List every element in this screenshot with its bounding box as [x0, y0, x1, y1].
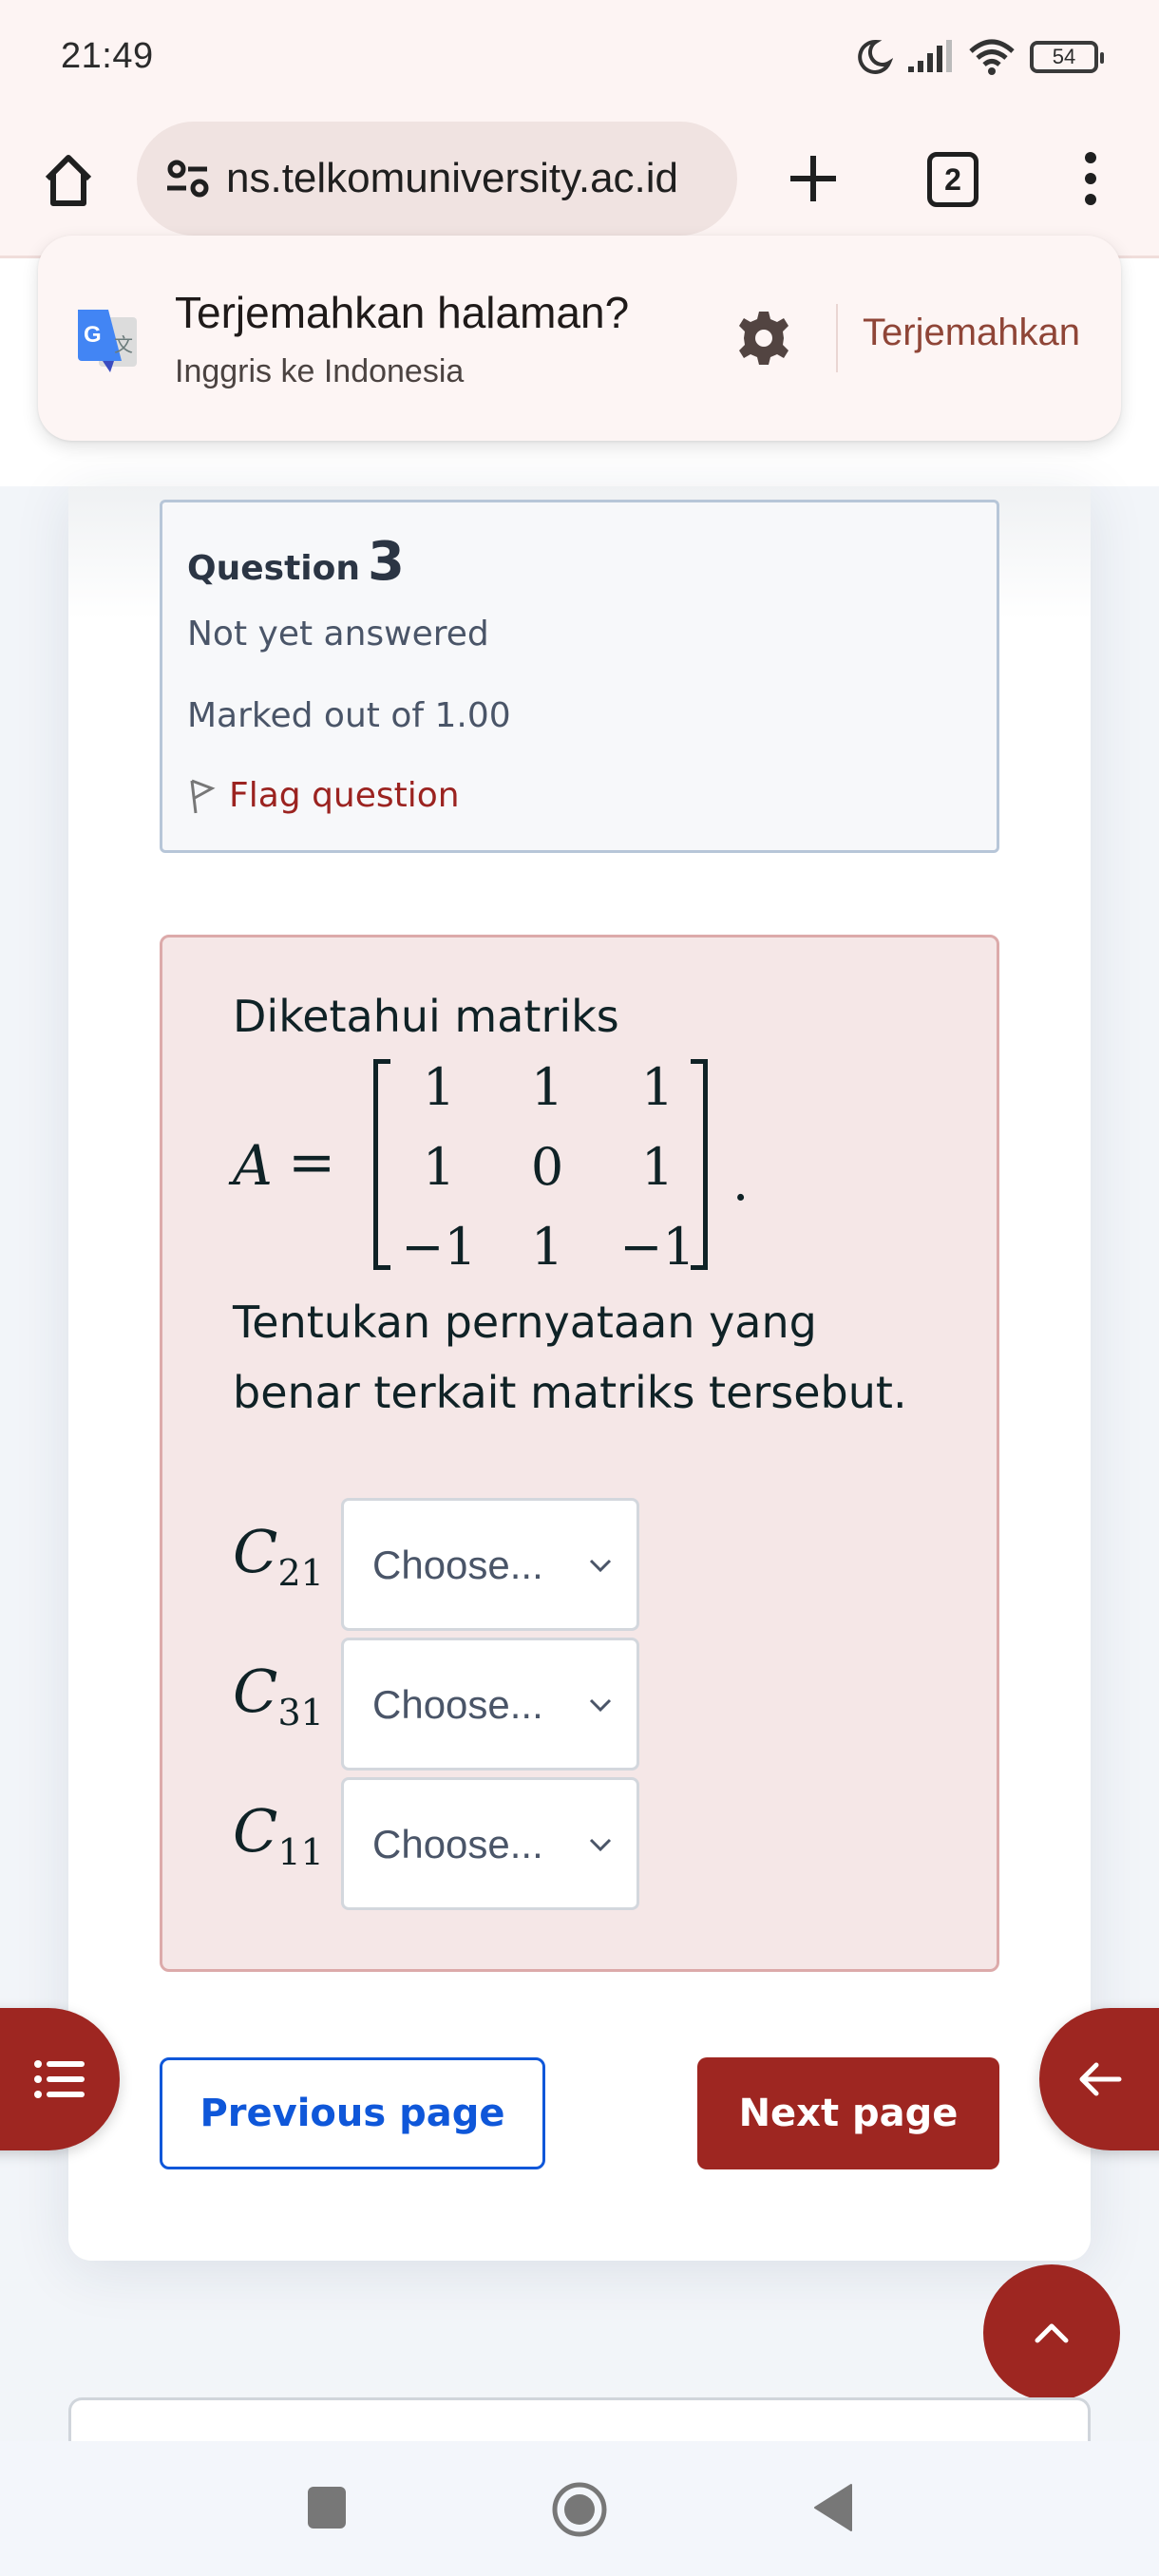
flag-icon [190, 779, 216, 813]
home-nav-icon[interactable] [549, 2479, 610, 2540]
svg-text:文: 文 [114, 333, 133, 356]
google-translate-icon: G 文 [78, 310, 137, 372]
matrix-cell: 1 [530, 1057, 564, 1117]
chevron-down-icon [589, 1838, 612, 1852]
question-heading: Question 3 [187, 531, 405, 593]
moon-icon [858, 39, 893, 74]
translate-button[interactable]: Terjemahkan [863, 312, 1080, 354]
battery-level: 54 [1052, 45, 1076, 68]
cofactor-symbol: C [233, 1657, 278, 1726]
browser-toolbar: ns.telkomuniversity.ac.id 2 [0, 122, 1159, 236]
battery-indicator: 54 [1030, 41, 1104, 73]
list-icon [34, 2060, 85, 2098]
question-instruction-line2: benar terkait matriks tersebut. [233, 1367, 907, 1418]
chevron-down-icon [589, 1698, 612, 1713]
svg-text:G: G [84, 322, 102, 348]
system-nav-bar [0, 2441, 1159, 2576]
choice-label: C21 [233, 1517, 324, 1594]
translate-popup: G 文 Terjemahkan halaman? Inggris ke Indo… [38, 236, 1121, 441]
matrix-cell: 1 [530, 1217, 564, 1277]
question-number: 3 [368, 531, 405, 593]
choice-label: C11 [233, 1796, 324, 1873]
divider [836, 304, 838, 372]
answer-select-c21[interactable]: Choose... [341, 1498, 639, 1631]
tab-count: 2 [944, 161, 961, 197]
cofactor-symbol: C [233, 1796, 278, 1866]
chevron-down-icon [589, 1559, 612, 1573]
home-icon[interactable] [38, 150, 99, 211]
browser-chrome: 21:49 54 ns.telkomuniversity.ac.id 2 [0, 0, 1159, 258]
next-page-button[interactable]: Next page [697, 2057, 999, 2169]
cofactor-symbol: C [233, 1517, 278, 1586]
matrix-expression: A = 1 1 1 1 0 1 −1 1 −1 . [233, 1057, 765, 1278]
matrix-cell: −1 [619, 1217, 695, 1277]
back-nav-icon[interactable] [809, 2479, 855, 2536]
status-icons: 54 [855, 36, 1104, 78]
cofactor-subscript: 31 [277, 1692, 324, 1733]
question-intro: Diketahui matriks [233, 991, 619, 1042]
matrix-cell: 1 [422, 1137, 456, 1197]
translate-subtitle: Inggris ke Indonesia [175, 353, 465, 389]
arrow-left-icon [1079, 2062, 1122, 2096]
back-to-top-button[interactable] [983, 2264, 1120, 2401]
question-info: Question 3 Not yet answered Marked out of… [160, 500, 999, 853]
plus-icon[interactable] [783, 148, 844, 209]
select-value: Choose... [372, 1822, 543, 1866]
choice-label: C31 [233, 1657, 324, 1733]
matrix-cell: 1 [422, 1057, 456, 1117]
question-content: Diketahui matriks A = 1 1 1 1 0 1 −1 1 −… [160, 935, 999, 1972]
matrix-cell: −1 [401, 1217, 477, 1277]
url-text[interactable]: ns.telkomuniversity.ac.id [226, 155, 678, 202]
question-label: Question [187, 549, 360, 588]
more-vert-icon[interactable] [1072, 148, 1110, 209]
answer-select-c31[interactable]: Choose... [341, 1638, 639, 1771]
wifi-icon [969, 39, 1015, 75]
flag-question-label[interactable]: Flag question [229, 776, 460, 815]
matrix-cell: 0 [530, 1137, 564, 1197]
select-value: Choose... [372, 1682, 543, 1727]
matrix-cell: 1 [640, 1137, 674, 1197]
matrix-cell: 1 [640, 1057, 674, 1117]
flag-question-link[interactable]: Flag question [187, 776, 460, 815]
translate-title: Terjemahkan halaman? [175, 288, 630, 337]
cofactor-subscript: 21 [277, 1552, 324, 1594]
question-marks: Marked out of 1.00 [187, 696, 511, 735]
matrix-name: A [233, 1133, 273, 1198]
signal-icon [908, 40, 952, 72]
equals-sign: = [288, 1129, 336, 1196]
tab-switcher-button[interactable]: 2 [927, 152, 978, 207]
cofactor-subscript: 11 [277, 1831, 324, 1873]
gear-icon[interactable] [733, 308, 794, 369]
select-value: Choose... [372, 1543, 543, 1587]
tune-icon[interactable] [162, 152, 215, 205]
answer-select-c11[interactable]: Choose... [341, 1777, 639, 1910]
chevron-up-icon [1035, 2323, 1069, 2343]
period: . [732, 1152, 750, 1212]
address-bar[interactable]: ns.telkomuniversity.ac.id [137, 122, 737, 236]
status-time: 21:49 [61, 36, 154, 76]
question-instruction-line1: Tentukan pernyataan yang [233, 1297, 817, 1348]
question-status: Not yet answered [187, 615, 489, 653]
recents-icon[interactable] [306, 2479, 348, 2536]
previous-page-button[interactable]: Previous page [160, 2057, 545, 2169]
